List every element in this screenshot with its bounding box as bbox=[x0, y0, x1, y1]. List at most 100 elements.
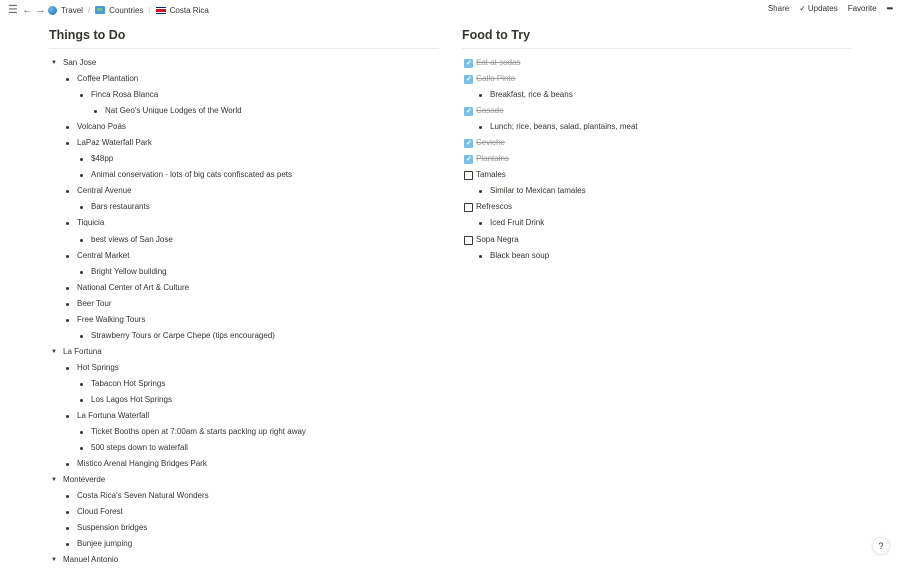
item-text[interactable]: Finca Rosa Blanca bbox=[91, 87, 158, 103]
todo-item: Casado bbox=[462, 103, 852, 120]
checkbox[interactable] bbox=[464, 104, 473, 120]
list-item: $48pp bbox=[49, 151, 439, 167]
breadcrumb-costa-rica[interactable]: Costa Rica bbox=[155, 6, 209, 15]
item-text[interactable]: best views of San Jose bbox=[91, 232, 173, 248]
toggle-arrow-icon[interactable]: ▼ bbox=[51, 472, 57, 488]
bullet-icon bbox=[66, 415, 69, 419]
item-text[interactable]: Tabacon Hot Springs bbox=[91, 376, 165, 392]
item-text[interactable]: $48pp bbox=[91, 151, 113, 167]
toggle-item: ▼ Manuel Antonio bbox=[49, 552, 439, 568]
item-text[interactable]: Suspension bridges bbox=[77, 520, 147, 536]
bullet-icon bbox=[66, 190, 69, 194]
item-text[interactable]: Bright Yellow building bbox=[91, 264, 167, 280]
item-text[interactable]: Refrescos bbox=[476, 199, 512, 215]
item-text[interactable]: Breakfast, rice & beans bbox=[490, 87, 573, 103]
item-text[interactable]: Ceviche bbox=[476, 135, 505, 151]
bullet-icon bbox=[80, 382, 83, 386]
bullet-icon bbox=[80, 94, 83, 98]
checkbox[interactable] bbox=[464, 203, 473, 213]
item-text[interactable]: National Center of Art & Culture bbox=[77, 280, 189, 296]
item-text[interactable]: Black bean soup bbox=[490, 248, 549, 264]
todo-item: Tamales bbox=[462, 167, 852, 183]
item-text[interactable]: Los Lagos Hot Springs bbox=[91, 392, 172, 408]
item-text[interactable]: San Jose bbox=[63, 55, 96, 71]
item-text[interactable]: Bars restaurants bbox=[91, 199, 150, 215]
toggle-item: ▼ Monteverde bbox=[49, 472, 439, 488]
toggle-arrow-icon[interactable]: ▼ bbox=[51, 344, 57, 360]
updates-button[interactable]: ✓ Updates bbox=[799, 4, 838, 13]
todo-item: Eat at sodas bbox=[462, 55, 852, 72]
list-item: Similar to Mexican tamales bbox=[462, 183, 852, 199]
item-text[interactable]: Iced Fruit Drink bbox=[490, 215, 544, 231]
item-text[interactable]: Gallo Pinto bbox=[476, 71, 515, 87]
item-text[interactable]: Nat Geo's Unique Lodges of the World bbox=[105, 103, 242, 119]
item-text[interactable]: Mistico Arenal Hanging Bridges Park bbox=[77, 456, 207, 472]
bullet-icon bbox=[66, 527, 69, 531]
item-text[interactable]: Ticket Booths open at 7:00am & starts pa… bbox=[91, 424, 306, 440]
checkbox[interactable] bbox=[464, 136, 473, 152]
menu-icon[interactable]: ☰ bbox=[8, 3, 18, 17]
toggle-arrow-icon[interactable]: ▼ bbox=[51, 552, 57, 568]
food-to-try-list: Eat at sodasGallo PintoBreakfast, rice &… bbox=[462, 55, 852, 264]
back-arrow-icon[interactable]: ← bbox=[22, 3, 33, 17]
food-to-try-column: Food to Try Eat at sodasGallo PintoBreak… bbox=[462, 27, 852, 264]
bullet-icon bbox=[66, 366, 69, 370]
globe-icon bbox=[48, 5, 57, 15]
checkbox[interactable] bbox=[464, 56, 473, 72]
list-item: Finca Rosa Blanca bbox=[49, 87, 439, 103]
checkbox[interactable] bbox=[464, 152, 473, 168]
favorite-button[interactable]: Favorite bbox=[848, 4, 877, 13]
item-text[interactable]: Costa Rica's Seven Natural Wonders bbox=[77, 488, 209, 504]
bullet-icon bbox=[479, 126, 482, 130]
item-text[interactable]: La Fortuna Waterfall bbox=[77, 408, 149, 424]
bullet-icon bbox=[66, 254, 69, 258]
item-text[interactable]: Cloud Forest bbox=[77, 504, 123, 520]
item-text[interactable]: Hot Springs bbox=[77, 360, 119, 376]
bullet-icon bbox=[66, 142, 69, 146]
list-item: Central Avenue bbox=[49, 183, 439, 199]
more-options-button[interactable]: ••• bbox=[887, 4, 893, 13]
todo-item: Sopa Negra bbox=[462, 232, 852, 248]
bullet-icon bbox=[80, 174, 83, 178]
top-bar: ☰ ← → Travel / Countries / Costa Rica Sh… bbox=[0, 0, 900, 20]
checkbox[interactable] bbox=[464, 171, 473, 181]
forward-arrow-icon[interactable]: → bbox=[35, 3, 46, 17]
item-text[interactable]: Free Walking Tours bbox=[77, 312, 145, 328]
item-text[interactable]: Manuel Antonio bbox=[63, 552, 118, 568]
list-item: Suspension bridges bbox=[49, 520, 439, 536]
list-item: Bars restaurants bbox=[49, 199, 439, 215]
item-text[interactable]: Plantains bbox=[476, 151, 509, 167]
item-text[interactable]: Volcano Poás bbox=[77, 119, 126, 135]
item-text[interactable]: Monteverde bbox=[63, 472, 105, 488]
item-text[interactable]: Central Market bbox=[77, 248, 129, 264]
checkbox[interactable] bbox=[464, 235, 473, 245]
things-to-do-column: Things to Do ▼ San Jose Coffee Plantation F… bbox=[49, 27, 439, 569]
toggle-arrow-icon[interactable]: ▼ bbox=[51, 55, 57, 71]
list-item: Central Market bbox=[49, 248, 439, 264]
breadcrumb-countries[interactable]: Countries bbox=[95, 6, 143, 15]
item-text[interactable]: Tiquicia bbox=[77, 215, 104, 231]
item-text[interactable]: La Fortuna bbox=[63, 344, 102, 360]
item-text[interactable]: Strawberry Tours or Carpe Chepe (tips en… bbox=[91, 328, 275, 344]
list-item: Bunjee jumping bbox=[49, 536, 439, 552]
item-text[interactable]: Sopa Negra bbox=[476, 232, 519, 248]
list-item: Free Walking Tours bbox=[49, 312, 439, 328]
item-text[interactable]: Coffee Plantation bbox=[77, 71, 138, 87]
list-item: LaPaz Waterfall Park bbox=[49, 135, 439, 151]
item-text[interactable]: Central Avenue bbox=[77, 183, 132, 199]
checkbox[interactable] bbox=[464, 72, 473, 88]
item-text[interactable]: Tamales bbox=[476, 167, 506, 183]
item-text[interactable]: LaPaz Waterfall Park bbox=[77, 135, 152, 151]
item-text[interactable]: Casado bbox=[476, 103, 504, 119]
help-button[interactable]: ? bbox=[873, 538, 889, 554]
item-text[interactable]: Beer Tour bbox=[77, 296, 112, 312]
item-text[interactable]: Eat at sodas bbox=[476, 55, 520, 71]
breadcrumb-travel[interactable]: Travel bbox=[48, 5, 83, 15]
item-text[interactable]: Bunjee jumping bbox=[77, 536, 132, 552]
item-text[interactable]: Animal conservation - lots of big cats c… bbox=[91, 167, 292, 183]
item-text[interactable]: Similar to Mexican tamales bbox=[490, 183, 586, 199]
item-text[interactable]: Lunch; rice, beans, salad, plantains, me… bbox=[490, 119, 638, 135]
item-text[interactable]: 500 steps down to waterfall bbox=[91, 440, 188, 456]
share-button[interactable]: Share bbox=[768, 4, 789, 13]
toggle-item: ▼ La Fortuna bbox=[49, 344, 439, 360]
